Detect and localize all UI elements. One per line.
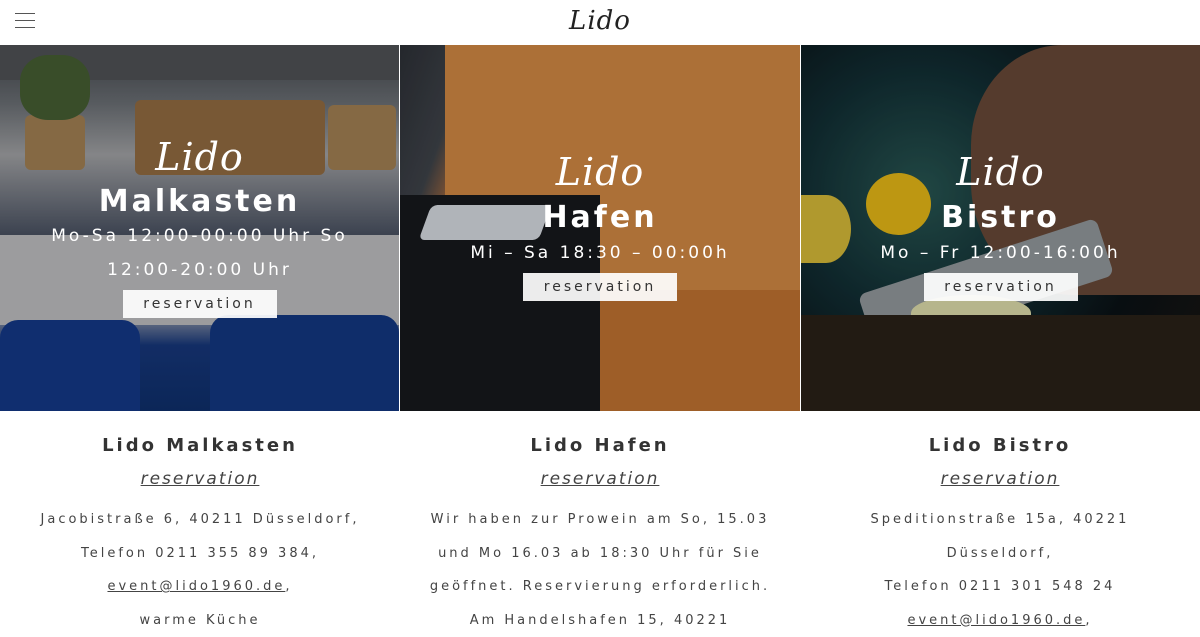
phone-line: Telefon 0211 301 548 24: [800, 570, 1200, 604]
reservation-link[interactable]: reservation: [541, 469, 660, 489]
reservation-button[interactable]: reservation: [523, 273, 677, 301]
panel-malkasten: Lido Malkasten Mo-Sa 12:00-00:00 Uhr So …: [0, 45, 399, 411]
email-link[interactable]: event@lido1960.de: [107, 579, 285, 594]
panel-bistro: Lido Bistro Mo – Fr 12:00-16:00h reserva…: [801, 45, 1200, 411]
notice-line: Wir haben zur Prowein am So, 15.03: [400, 503, 800, 537]
panel-script-logo: Lido: [801, 152, 1200, 192]
location-title: Lido Hafen: [400, 435, 800, 456]
top-navigation-bar: Lido: [0, 0, 1200, 46]
location-title: Lido Bistro: [800, 435, 1200, 456]
city-line: Düsseldorf,: [800, 537, 1200, 571]
reservation-link[interactable]: reservation: [141, 469, 260, 489]
address-line: Am Handelshafen 15, 40221: [400, 604, 800, 637]
hero-panels: Lido Malkasten Mo-Sa 12:00-00:00 Uhr So …: [0, 45, 1200, 411]
email-link[interactable]: event@lido1960.de: [907, 613, 1085, 628]
panel-title: Malkasten: [0, 184, 399, 220]
address-line: Speditionstraße 15a, 40221: [800, 503, 1200, 537]
panel-hours-line2: 12:00-20:00 Uhr: [0, 254, 399, 286]
panel-title: Bistro: [801, 200, 1200, 236]
panel-hafen: Lido Hafen Mi – Sa 18:30 – 00:00h reserv…: [400, 45, 800, 411]
notice-line: und Mo 16.03 ab 18:30 Uhr für Sie: [400, 537, 800, 571]
panel-hours-line1: Mo-Sa 12:00-00:00 Uhr So: [0, 220, 399, 252]
email-suffix: ,: [1085, 613, 1092, 628]
reservation-button[interactable]: reservation: [123, 290, 277, 318]
panel-hours-line1: Mi – Sa 18:30 – 00:00h: [400, 237, 800, 269]
email-suffix: ,: [285, 579, 292, 594]
info-hafen: Lido Hafen reservation Wir haben zur Pro…: [400, 411, 800, 630]
reservation-button[interactable]: reservation: [924, 273, 1078, 301]
info-malkasten: Lido Malkasten reservation Jacobistraße …: [0, 411, 400, 630]
panel-script-logo: Lido: [0, 137, 399, 177]
panel-title: Hafen: [400, 200, 800, 236]
notice-line: geöffnet. Reservierung erforderlich.: [400, 570, 800, 604]
site-logo[interactable]: Lido: [0, 6, 1200, 36]
phone-line: Telefon 0211 355 89 384,: [0, 537, 400, 571]
reservation-link[interactable]: reservation: [941, 469, 1060, 489]
address-line: Jacobistraße 6, 40211 Düsseldorf,: [0, 503, 400, 537]
panel-hours-line1: Mo – Fr 12:00-16:00h: [801, 237, 1200, 269]
location-title: Lido Malkasten: [0, 435, 400, 456]
kitchen-line: warme Küche: [0, 604, 400, 637]
info-bistro: Lido Bistro reservation Speditionstraße …: [800, 411, 1200, 630]
panel-script-logo: Lido: [400, 152, 800, 192]
